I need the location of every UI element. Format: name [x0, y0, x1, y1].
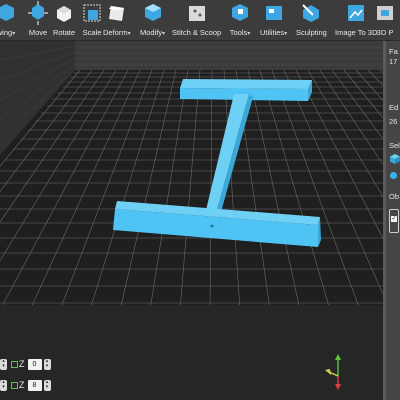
- toolbar-label: Move: [29, 28, 47, 37]
- toolbar-label-text: wing: [0, 28, 13, 37]
- object-checkbox[interactable]: ✓: [391, 216, 397, 222]
- toolbar-label: wing▾: [0, 28, 15, 39]
- beam-pivot-dot: [210, 224, 214, 228]
- main-toolbar: wing▾MoveRotateScaleDeform▾Modify▾Stitch…: [0, 0, 400, 41]
- toolbar-label: Image To 3D: [335, 28, 377, 37]
- edges-label: Ed: [389, 103, 399, 112]
- toolbar-sculpting-button[interactable]: Sculpting: [296, 1, 327, 39]
- toolbar-label: Scale: [83, 28, 102, 37]
- panel-divider: [384, 41, 386, 400]
- coord-row-2: ▴ ▾ Z 8 ▴ ▾: [0, 378, 51, 392]
- toolbar-drawing-button[interactable]: wing▾: [0, 1, 18, 39]
- toolbar-label-text: Scale: [82, 28, 102, 37]
- stepper-2-left[interactable]: ▴ ▾: [0, 379, 7, 391]
- properties-panel: Fa 17 Ed 26 Sele Ob ✓: [383, 41, 400, 400]
- toolbar-label: Deform▾: [103, 28, 131, 39]
- cube-select-icon[interactable]: [390, 154, 400, 164]
- toolbar-utilities-button[interactable]: Utilities▾: [260, 1, 287, 39]
- chevron-down-icon: ▾: [127, 31, 131, 37]
- object-label: Ob: [389, 192, 400, 201]
- toolbar-label-text: Move: [28, 28, 48, 37]
- toolbar-label-text: Utilities: [260, 28, 285, 37]
- toolbar-3d-print-button[interactable]: 3D P: [373, 1, 397, 39]
- toolbar-label-text: Deform: [103, 28, 128, 37]
- toolbar-tools-button[interactable]: Tools▾: [228, 1, 252, 39]
- selection-radio[interactable]: [390, 172, 397, 179]
- stepper-2-right[interactable]: ▴ ▾: [43, 379, 51, 391]
- axis-label-z-1: Z: [19, 359, 25, 369]
- stepper-1-left[interactable]: ▴ ▾: [0, 358, 7, 370]
- toolbar-label: Modify▾: [140, 28, 165, 39]
- toolbar-modify-button[interactable]: Modify▾: [140, 1, 165, 39]
- coord-z-input-1[interactable]: 0: [27, 358, 42, 370]
- toolbar-label-text: Rotate: [52, 28, 76, 37]
- toolbar-label-text: Sculpting: [296, 28, 327, 37]
- axis-lock-z-1[interactable]: [11, 360, 18, 368]
- stitch-scoop-icon: [188, 6, 205, 21]
- toolbar-label-text: Stitch & Scoop: [172, 28, 222, 37]
- selection-label: Sele: [389, 141, 400, 150]
- stepper-1-right[interactable]: ▴ ▾: [43, 358, 51, 370]
- faces-label: Fa: [389, 47, 398, 56]
- back-wall: [75, 41, 383, 70]
- toolbar-label-text: Modify: [140, 28, 163, 37]
- edges-value: 26: [389, 117, 398, 126]
- image-to-3d-icon: [348, 5, 365, 21]
- toolbar-label-text: Tools: [229, 28, 248, 37]
- toolbar-label: Tools▾: [230, 28, 251, 39]
- toolbar-label: 3D P: [377, 28, 394, 37]
- toolbar-stitch-scoop-button[interactable]: Stitch & Scoop: [172, 1, 221, 39]
- drawing-icon: [0, 4, 14, 21]
- toolbar-scale-button[interactable]: Scale: [80, 1, 104, 39]
- chevron-down-icon: ▾: [284, 31, 288, 37]
- deform-icon: [108, 6, 124, 21]
- top-flange-top: [180, 79, 312, 89]
- 3d-print-icon: [377, 6, 393, 20]
- axis-label-z-2: Z: [19, 380, 25, 390]
- ground-shadow: [0, 305, 383, 400]
- utilities-icon: [265, 6, 282, 20]
- axis-lock-z-2[interactable]: [11, 381, 18, 389]
- chevron-down-icon: ▾: [247, 31, 251, 37]
- rotate-icon: [57, 6, 71, 22]
- toolbar-deform-button[interactable]: Deform▾: [103, 1, 131, 39]
- toolbar-label-text: 3D P: [376, 28, 394, 37]
- scale-icon: [83, 4, 101, 22]
- toolbar-label: Rotate: [53, 28, 75, 37]
- chevron-down-icon: ▾: [12, 31, 16, 37]
- toolbar-move-button[interactable]: Move: [26, 1, 50, 39]
- toolbar-label: Sculpting: [296, 28, 327, 37]
- tools-icon: [232, 4, 248, 21]
- toolbar-rotate-button[interactable]: Rotate: [52, 1, 76, 39]
- scene-canvas[interactable]: [0, 41, 383, 400]
- faces-value: 17: [389, 57, 398, 66]
- move-icon: [28, 1, 48, 25]
- modify-icon: [144, 4, 161, 21]
- toolbar-label: Stitch & Scoop: [172, 28, 221, 37]
- toolbar-label-text: Image To 3D: [335, 28, 378, 37]
- sculpting-icon: [302, 4, 320, 22]
- chevron-down-icon: ▾: [162, 31, 166, 37]
- toolbar-image-to-3d-button[interactable]: Image To 3D: [335, 1, 377, 39]
- coord-z-input-2[interactable]: 8: [27, 379, 42, 391]
- 3d-viewport[interactable]: ▴ ▾ Z 0 ▴ ▾ ▴ ▾ Z 8 ▴ ▾: [0, 41, 383, 400]
- coord-row-1: ▴ ▾ Z 0 ▴ ▾: [0, 357, 51, 371]
- object-checkbox-frame[interactable]: ✓: [389, 209, 399, 233]
- toolbar-label: Utilities▾: [260, 28, 287, 39]
